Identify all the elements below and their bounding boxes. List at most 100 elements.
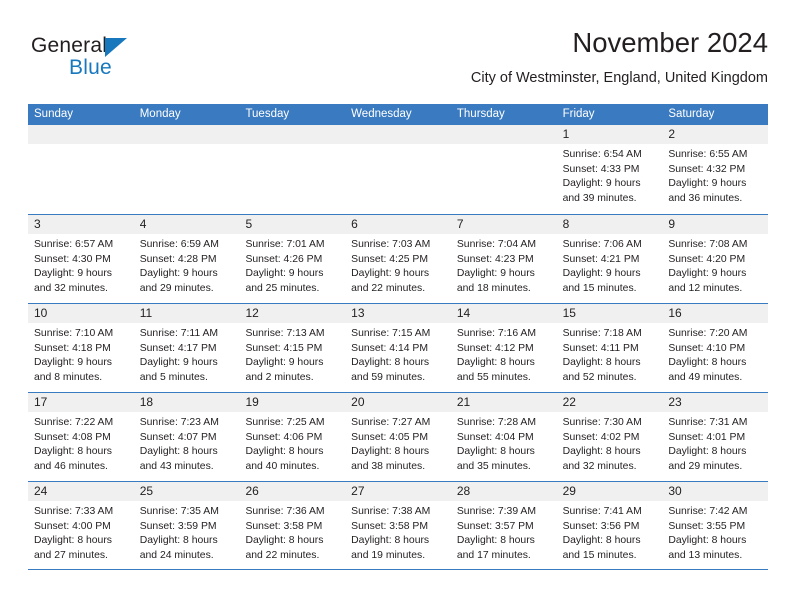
sunset-time: Sunset: 4:25 PM <box>351 253 428 265</box>
day-number-band: 14 <box>450 304 557 323</box>
day-number: 23 <box>668 395 682 409</box>
sunrise-time: Sunrise: 6:55 AM <box>668 149 748 160</box>
day-details: Sunrise: 6:59 AM Sunset: 4:28 PM Daylight:… <box>134 234 240 296</box>
calendar-day-cell[interactable]: 1 Sunrise: 6:54 AM Sunset: 4:33 PM Daylight… <box>556 125 663 214</box>
calendar-day-cell[interactable]: 30 Sunrise: 7:42 AM Sunset: 3:55 PM Dayligh… <box>662 482 769 569</box>
calendar-week-row: 10 Sunrise: 7:10 AM Sunset: 4:18 PM Dayligh… <box>28 303 769 392</box>
day-number-band: 10 <box>28 304 134 323</box>
daylight-duration-line1: Daylight: 8 hours <box>668 535 747 547</box>
day-details: Sunrise: 7:42 AM Sunset: 3:55 PM Daylight:… <box>662 501 768 563</box>
calendar-day-cell[interactable]: 15 Sunrise: 7:18 AM Sunset: 4:11 PM Dayligh… <box>556 304 663 392</box>
page-title: November 2024 <box>572 27 768 58</box>
sunrise-time: Sunrise: 7:31 AM <box>668 417 748 428</box>
day-details: Sunrise: 7:35 AM Sunset: 3:59 PM Daylight:… <box>134 501 240 563</box>
daylight-duration-line1: Daylight: 9 hours <box>562 178 641 190</box>
sunset-time: Sunset: 4:10 PM <box>668 342 746 354</box>
daylight-duration-line1: Daylight: 8 hours <box>562 357 641 369</box>
calendar-day-cell[interactable]: 25 Sunrise: 7:35 AM Sunset: 3:59 PM Dayligh… <box>133 482 240 569</box>
daylight-duration-line1: Daylight: 9 hours <box>34 268 112 280</box>
daylight-duration-line1: Daylight: 9 hours <box>668 268 747 280</box>
calendar-day-cell[interactable]: 21 Sunrise: 7:28 AM Sunset: 4:04 PM Dayligh… <box>450 393 557 481</box>
sunset-time: Sunset: 4:00 PM <box>34 520 111 532</box>
weekday-header-row: Sunday Monday Tuesday Wednesday Thursday Frid… <box>28 104 768 125</box>
calendar-day-cell[interactable]: 13 Sunrise: 7:15 AM Sunset: 4:14 PM Dayligh… <box>345 304 451 392</box>
day-number-band: 18 <box>133 393 240 412</box>
calendar-day-cell[interactable]: 9 Sunrise: 7:08 AM Sunset: 4:20 PM Daylight… <box>662 215 769 303</box>
sunrise-time: Sunrise: 7:27 AM <box>351 417 431 428</box>
sunset-time: Sunset: 4:07 PM <box>139 431 217 443</box>
calendar-day-cell[interactable]: 16 Sunrise: 7:20 AM Sunset: 4:10 PM Dayligh… <box>662 304 769 392</box>
calendar-day-cell-empty <box>345 125 451 214</box>
calendar-day-cell[interactable]: 3 Sunrise: 6:57 AM Sunset: 4:30 PM Daylight… <box>28 215 134 303</box>
calendar-day-cell[interactable]: 7 Sunrise: 7:04 AM Sunset: 4:23 PM Daylight… <box>450 215 557 303</box>
calendar-day-cell[interactable]: 17 Sunrise: 7:22 AM Sunset: 4:08 PM Dayligh… <box>28 393 134 481</box>
day-details: Sunrise: 7:01 AM Sunset: 4:26 PM Daylight:… <box>239 234 345 296</box>
weekday-header-tuesday: Tuesday <box>245 108 290 120</box>
calendar-day-cell[interactable]: 24 Sunrise: 7:33 AM Sunset: 4:00 PM Dayligh… <box>28 482 134 569</box>
calendar-day-cell[interactable]: 18 Sunrise: 7:23 AM Sunset: 4:07 PM Dayligh… <box>133 393 240 481</box>
daylight-duration-line2: and 52 minutes. <box>562 371 637 383</box>
sunrise-time: Sunrise: 7:41 AM <box>562 506 642 517</box>
logo-text-blue: Blue <box>69 56 112 79</box>
calendar-day-cell[interactable]: 14 Sunrise: 7:16 AM Sunset: 4:12 PM Dayligh… <box>450 304 557 392</box>
calendar-day-cell[interactable]: 6 Sunrise: 7:03 AM Sunset: 4:25 PM Daylight… <box>345 215 451 303</box>
daylight-duration-line2: and 59 minutes. <box>351 371 426 383</box>
day-details: Sunrise: 7:03 AM Sunset: 4:25 PM Daylight:… <box>345 234 451 296</box>
calendar-day-cell-empty <box>239 125 346 214</box>
day-number-band: 22 <box>556 393 663 412</box>
daylight-duration-line1: Daylight: 9 hours <box>456 268 535 280</box>
calendar-day-cell[interactable]: 2 Sunrise: 6:55 AM Sunset: 4:32 PM Daylight… <box>662 125 769 214</box>
day-number: 29 <box>562 484 576 498</box>
day-number-band: 27 <box>345 482 451 501</box>
sunset-time: Sunset: 4:06 PM <box>245 431 323 443</box>
day-details: Sunrise: 7:04 AM Sunset: 4:23 PM Daylight:… <box>451 234 557 296</box>
daylight-duration-line1: Daylight: 8 hours <box>456 535 535 547</box>
sunset-time: Sunset: 4:28 PM <box>139 253 217 265</box>
sunrise-time: Sunrise: 7:25 AM <box>245 417 325 428</box>
calendar-day-cell[interactable]: 22 Sunrise: 7:30 AM Sunset: 4:02 PM Dayligh… <box>556 393 663 481</box>
daylight-duration-line2: and 39 minutes. <box>562 192 637 204</box>
day-number: 11 <box>139 306 153 320</box>
calendar-day-cell[interactable]: 27 Sunrise: 7:38 AM Sunset: 3:58 PM Dayligh… <box>345 482 451 569</box>
day-number-band: 8 <box>556 215 663 234</box>
day-number-band: 5 <box>239 215 346 234</box>
day-number-band: 1 <box>556 125 663 144</box>
day-number-band: 26 <box>239 482 346 501</box>
day-number: 12 <box>245 306 259 320</box>
calendar-day-cell[interactable]: 5 Sunrise: 7:01 AM Sunset: 4:26 PM Daylight… <box>239 215 346 303</box>
sunrise-time: Sunrise: 7:20 AM <box>668 328 748 339</box>
calendar-day-cell[interactable]: 10 Sunrise: 7:10 AM Sunset: 4:18 PM Dayligh… <box>28 304 134 392</box>
day-number-band: 11 <box>133 304 240 323</box>
calendar-day-cell[interactable]: 4 Sunrise: 6:59 AM Sunset: 4:28 PM Daylight… <box>133 215 240 303</box>
calendar-day-cell[interactable]: 12 Sunrise: 7:13 AM Sunset: 4:15 PM Dayligh… <box>239 304 346 392</box>
day-details: Sunrise: 7:31 AM Sunset: 4:01 PM Daylight:… <box>662 412 768 474</box>
daylight-duration-line1: Daylight: 8 hours <box>351 446 430 458</box>
weekday-header-wednesday: Wednesday <box>351 108 412 120</box>
daylight-duration-line2: and 46 minutes. <box>34 460 108 472</box>
calendar-day-cell[interactable]: 28 Sunrise: 7:39 AM Sunset: 3:57 PM Dayligh… <box>450 482 557 569</box>
daylight-duration-line2: and 15 minutes. <box>562 282 637 294</box>
calendar-day-cell[interactable]: 26 Sunrise: 7:36 AM Sunset: 3:58 PM Dayligh… <box>239 482 346 569</box>
day-number: 2 <box>668 127 675 141</box>
calendar-day-cell[interactable]: 23 Sunrise: 7:31 AM Sunset: 4:01 PM Dayligh… <box>662 393 769 481</box>
calendar-day-cell[interactable]: 11 Sunrise: 7:11 AM Sunset: 4:17 PM Dayligh… <box>133 304 240 392</box>
day-number: 25 <box>139 484 154 498</box>
calendar-day-cell-empty <box>450 125 557 214</box>
sunset-time: Sunset: 4:20 PM <box>668 253 746 265</box>
calendar-day-cell[interactable]: 19 Sunrise: 7:25 AM Sunset: 4:06 PM Dayligh… <box>239 393 346 481</box>
daylight-duration-line2: and 38 minutes. <box>351 460 426 472</box>
calendar-day-cell[interactable]: 29 Sunrise: 7:41 AM Sunset: 3:56 PM Dayligh… <box>556 482 663 569</box>
day-details: Sunrise: 7:06 AM Sunset: 4:21 PM Daylight:… <box>557 234 663 296</box>
daylight-duration-line2: and 29 minutes. <box>139 282 214 294</box>
calendar-day-cell[interactable]: 20 Sunrise: 7:27 AM Sunset: 4:05 PM Dayligh… <box>345 393 451 481</box>
day-number-band: 24 <box>28 482 134 501</box>
daylight-duration-line1: Daylight: 8 hours <box>34 535 112 547</box>
day-number: 27 <box>351 484 365 498</box>
sunset-time: Sunset: 4:30 PM <box>34 253 111 265</box>
daylight-duration-line1: Daylight: 9 hours <box>245 268 324 280</box>
sunrise-time: Sunrise: 7:08 AM <box>668 239 748 250</box>
sunset-time: Sunset: 4:05 PM <box>351 431 428 443</box>
calendar-day-cell[interactable]: 8 Sunrise: 7:06 AM Sunset: 4:21 PM Daylight… <box>556 215 663 303</box>
daylight-duration-line2: and 36 minutes. <box>668 192 743 204</box>
sunset-time: Sunset: 3:56 PM <box>562 520 640 532</box>
